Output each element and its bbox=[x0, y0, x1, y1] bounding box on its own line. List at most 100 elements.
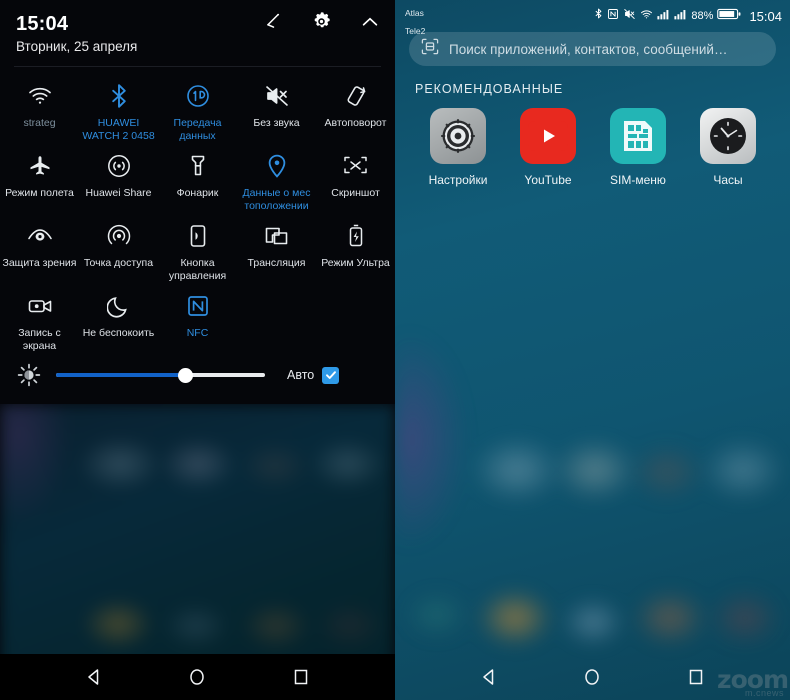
home-button[interactable] bbox=[569, 654, 615, 700]
quick-tiles-row: Запись с экрана Не беспокоить NFC bbox=[0, 283, 395, 353]
chevron-up-icon[interactable] bbox=[359, 11, 381, 33]
tile-screen-recorder[interactable]: Запись с экрана bbox=[0, 283, 79, 353]
screen-record-icon bbox=[26, 291, 54, 321]
carrier-line-2: Tele2 bbox=[405, 26, 426, 36]
tile-eye-comfort[interactable]: Защита зрения bbox=[0, 213, 79, 283]
eye-comfort-icon bbox=[26, 221, 54, 251]
signal-bars-icon bbox=[657, 7, 670, 25]
tile-location[interactable]: Данные о мес тоположении bbox=[237, 143, 316, 213]
app-label: YouTube bbox=[524, 173, 572, 187]
search-placeholder: Поиск приложений, контактов, сообщений… bbox=[449, 41, 728, 57]
tile-label: NFC bbox=[186, 327, 209, 339]
tile-wifi[interactable]: strateg bbox=[0, 73, 79, 143]
tile-label: strateg bbox=[23, 117, 56, 129]
search-input[interactable]: Поиск приложений, контактов, сообщений… bbox=[409, 32, 776, 66]
quick-settings-sheet: 15:04 Вторник, 25 апреля strateg HUAWEI … bbox=[0, 0, 395, 404]
tile-airplane-mode[interactable]: Режим полета bbox=[0, 143, 79, 213]
tile-label: Трансляция bbox=[247, 257, 306, 269]
tile-hotspot[interactable]: Точка доступа bbox=[79, 213, 158, 283]
battery-percent: 88% bbox=[691, 10, 714, 22]
header-actions bbox=[262, 10, 381, 33]
moon-icon bbox=[106, 291, 131, 321]
back-button[interactable] bbox=[71, 654, 117, 700]
screenshot-icon bbox=[342, 151, 369, 181]
app-clock[interactable]: Часы bbox=[683, 108, 773, 187]
status-bar: Atlas Tele2 88% 15:04 bbox=[395, 0, 790, 36]
recommended-apps-row: Настройки YouTube SIM-меню Часы bbox=[395, 96, 790, 187]
huawei-share-icon bbox=[106, 151, 132, 181]
signal-bars-icon bbox=[674, 7, 687, 25]
carrier-line-1: Atlas bbox=[405, 8, 424, 18]
auto-brightness-checkbox[interactable] bbox=[322, 366, 340, 384]
mute-icon bbox=[264, 81, 290, 111]
youtube-app-icon bbox=[520, 108, 576, 164]
tile-silent[interactable]: Без звука bbox=[237, 73, 316, 143]
clock-date: Вторник, 25 апреля bbox=[16, 39, 138, 54]
tile-empty bbox=[316, 283, 395, 353]
tile-nfc[interactable]: NFC bbox=[158, 283, 237, 353]
home-button[interactable] bbox=[174, 654, 220, 700]
tile-label: Данные о мес тоположении bbox=[242, 187, 311, 212]
tile-nav-dock[interactable]: Кнопка управления bbox=[158, 213, 237, 283]
tile-label: Скриншот bbox=[331, 187, 380, 199]
tile-label: Защита зрения bbox=[2, 257, 77, 269]
watermark: zoom m.cnews bbox=[717, 667, 789, 698]
tile-label: Кнопка управления bbox=[168, 257, 227, 282]
tile-label: Режим полета bbox=[5, 187, 74, 199]
auto-brightness-toggle[interactable]: Авто bbox=[287, 366, 340, 384]
sim-menu-app-icon bbox=[610, 108, 666, 164]
app-label: Часы bbox=[713, 173, 743, 187]
quick-settings-header: 15:04 Вторник, 25 апреля bbox=[0, 0, 395, 62]
tile-label: Передача данных bbox=[173, 117, 222, 142]
battery-icon bbox=[717, 7, 741, 25]
location-pin-icon bbox=[266, 151, 288, 181]
ultra-power-icon bbox=[347, 221, 365, 251]
recents-button[interactable] bbox=[278, 654, 324, 700]
brightness-thumb[interactable] bbox=[178, 367, 194, 383]
bluetooth-icon bbox=[594, 7, 603, 25]
tile-empty bbox=[237, 283, 316, 353]
tile-label: Без звука bbox=[253, 117, 300, 129]
quick-settings-panel: 15:04 Вторник, 25 апреля strateg HUAWEI … bbox=[0, 0, 395, 700]
cast-icon bbox=[263, 221, 290, 251]
airplane-icon bbox=[27, 151, 53, 181]
quick-tiles-row: Режим полета Huawei Share Фонарик Данные… bbox=[0, 143, 395, 213]
app-label: SIM-меню bbox=[610, 173, 666, 187]
tile-mobile-data[interactable]: Передача данных bbox=[158, 73, 237, 143]
watermark-subtext: m.cnews bbox=[744, 688, 784, 698]
scan-icon[interactable] bbox=[421, 38, 439, 60]
data-transfer-icon bbox=[185, 81, 211, 111]
recents-button[interactable] bbox=[673, 654, 719, 700]
back-button[interactable] bbox=[466, 654, 512, 700]
gear-icon[interactable] bbox=[310, 10, 333, 33]
navigation-bar-left bbox=[0, 654, 395, 700]
tile-cast[interactable]: Трансляция bbox=[237, 213, 316, 283]
brightness-slider[interactable] bbox=[56, 367, 265, 383]
tile-label: Не беспокоить bbox=[82, 327, 155, 339]
edit-icon[interactable] bbox=[262, 11, 284, 33]
tile-auto-rotate[interactable]: Автоповорот bbox=[316, 73, 395, 143]
flashlight-icon bbox=[188, 151, 208, 181]
brightness-row: Авто bbox=[0, 352, 395, 398]
nav-dock-icon bbox=[188, 221, 208, 251]
status-icons: 88% 15:04 bbox=[594, 3, 782, 25]
quick-tiles-row: Защита зрения Точка доступа Кнопка управ… bbox=[0, 213, 395, 283]
brightness-fill bbox=[56, 373, 186, 377]
wifi-icon bbox=[640, 7, 653, 25]
tile-bluetooth[interactable]: HUAWEI WATCH 2 0458 bbox=[79, 73, 158, 143]
mute-icon bbox=[623, 7, 636, 25]
tile-label: Фонарик bbox=[176, 187, 219, 199]
app-youtube[interactable]: YouTube bbox=[503, 108, 593, 187]
carrier-label: Atlas Tele2 bbox=[405, 3, 425, 39]
tile-screenshot[interactable]: Скриншот bbox=[316, 143, 395, 213]
auto-rotate-icon bbox=[343, 81, 369, 111]
tile-huawei-share[interactable]: Huawei Share bbox=[79, 143, 158, 213]
tile-flashlight[interactable]: Фонарик bbox=[158, 143, 237, 213]
section-title-recommended: РЕКОМЕНДОВАННЫЕ bbox=[415, 82, 564, 96]
app-sim-menu[interactable]: SIM-меню bbox=[593, 108, 683, 187]
tile-do-not-disturb[interactable]: Не беспокоить bbox=[79, 283, 158, 353]
home-search-panel: Atlas Tele2 88% 15:04 Поиск приложений, … bbox=[395, 0, 790, 700]
tile-label: Запись с экрана bbox=[18, 327, 61, 352]
tile-ultra-power[interactable]: Режим Ультра bbox=[316, 213, 395, 283]
app-settings[interactable]: Настройки bbox=[413, 108, 503, 187]
